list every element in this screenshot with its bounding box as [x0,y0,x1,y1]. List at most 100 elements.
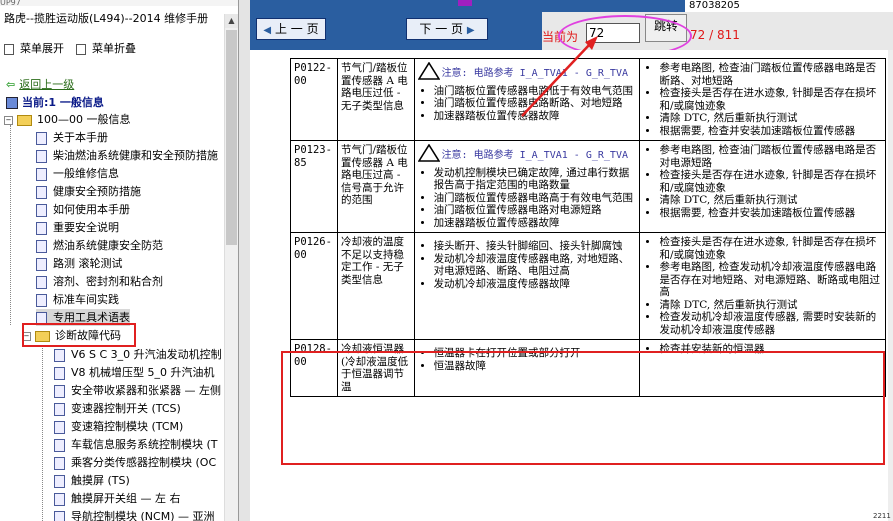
expand-all-button[interactable]: 菜单展开 [4,40,64,56]
tree-item[interactable]: V8 机械增压型 5_0 升汽油机 [54,364,215,381]
page-icon [54,402,65,416]
page-icon [36,239,47,253]
page-icon [36,293,47,307]
warning-triangle-icon [417,144,440,162]
scroll-up-icon[interactable]: ▲ [225,14,238,28]
cause-item: 油门踏板位置传感器电路断路、对地短路 [434,97,637,110]
page-icon [36,257,47,271]
scrollbar-thumb[interactable] [226,30,237,245]
purple-marker [458,0,472,6]
tree-item-label: 变速器控制开关 (TCS) [71,402,181,415]
page-icon [54,456,65,470]
tree-item[interactable]: 健康安全预防措施 [36,183,141,200]
document-view: P0122-00 节气门/踏板位置传感器 A 电路电压过低 - 无子类型信息 注意:… [250,50,893,521]
action-item: 检查接头是否存在进水迹象, 针脚是否存在损坏和/或腐蚀迹象 [659,87,882,112]
action-item: 参考电路图, 检查发动机冷却液温度传感器电路是否存在对地短路、对电源短路、断路或… [659,261,882,299]
current-node: 当前:1 一般信息 [6,94,104,110]
action-item: 参考电路图, 检查油门踏板位置传感器电路是否对电源短路 [659,144,882,169]
tree-item[interactable]: 车载信息服务系统控制模块 (T [54,436,218,453]
next-page-button[interactable]: 下 一 页 ▶ [406,18,488,40]
back-link[interactable]: ⇦ 返回上一级 [6,76,74,92]
tree-item[interactable]: 如何使用本手册 [36,201,130,218]
collapse-all-button[interactable]: 菜单折叠 [76,40,136,56]
tree-item-label: 乘客分类传感器控制模块 (OC [71,456,217,469]
dtc-row: P0123-85 节气门/踏板位置传感器 A 电路电压过高 - 信号高于允许的范围… [290,140,886,233]
dtc-code: P0123-85 [290,140,338,233]
dtc-description-text: 节气门/踏板位置传感器 A 电路电压过低 - 无子类型信息 [340,62,408,112]
page-count: 72 / 811 [690,28,740,42]
tree-item[interactable]: 路测 滚轮测试 [36,255,123,272]
page-icon [36,149,47,163]
tree-item-label: 柴油燃油系统健康和安全预防措施 [53,149,218,162]
cause-item: 油门踏板位置传感器电路高于有效电气范围 [434,192,637,205]
tree-item[interactable]: 标准车间实践 [36,291,119,308]
action-item: 清除 DTC, 然后重新执行测试 [659,112,882,125]
dtc-table: P0122-00 节气门/踏板位置传感器 A 电路电压过低 - 无子类型信息 注意:… [290,58,886,397]
tree-line [10,125,11,325]
tree-item-label: 健康安全预防措施 [53,185,141,198]
tree-root[interactable]: − 100—00 一般信息 [4,111,131,128]
tree-item[interactable]: 柴油燃油系统健康和安全预防措施 [36,147,218,164]
dtc-causes: 注意: 电路参考 I_A_TVA1 - G_R_TVA 油门踏板位置传感器电路低于… [413,58,641,141]
tree-item-label: 路测 滚轮测试 [53,257,123,270]
tree-item[interactable]: 乘客分类传感器控制模块 (OC [54,454,216,471]
right-triangle-icon: ▶ [466,25,475,36]
tree-item-label: V6 S C 3_0 升汽油发动机控制 [71,348,222,361]
page-icon [54,420,65,434]
cause-item: 加速器踏板位置传感器故障 [434,110,637,123]
tree-item[interactable]: 一般维修信息 [36,165,119,182]
dtc-description-text: 节气门/踏板位置传感器 A 电路电压过高 - 信号高于允许的范围 [340,144,408,206]
tree-item[interactable]: V6 S C 3_0 升汽油发动机控制 [54,346,222,363]
tree-item-label: 变速箱控制模块 (TCM) [71,420,184,433]
dtc-description-text: 冷却液的温度不足以支持稳定工作 - 无子类型信息 [340,236,404,286]
document: P0122-00 节气门/踏板位置传感器 A 电路电压过低 - 无子类型信息 注意:… [290,58,893,397]
cause-item: 发动机冷却液温度传感器电路, 对地短路、对电源短路、断路、电阻过高 [434,253,637,278]
folder-highlight-box [22,323,136,347]
dtc-code: P0126-00 [290,232,338,340]
tree-item-label: 安全带收紧器和张紧器 — 左侧 [71,384,221,397]
prev-page-button[interactable]: ◀ 上 一 页 [256,18,326,40]
dtc-description: 节气门/踏板位置传感器 A 电路电压过低 - 无子类型信息 [336,58,415,141]
warning-triangle-icon [417,62,440,80]
page-icon [54,384,65,398]
action-item: 根据需要, 检查并安装加速踏板位置传感器 [659,207,882,220]
prev-page-label: 上 一 页 [274,22,319,36]
tree-item[interactable]: 安全带收紧器和张紧器 — 左侧 [54,382,221,399]
tree-item[interactable]: 触摸屏开关组 — 左 右 [54,490,181,507]
dtc-code-text: P0126-00 [294,236,332,261]
tree-item[interactable]: 变速箱控制模块 (TCM) [54,418,183,435]
tree-item[interactable]: 导航控制模块 (NCM) — 亚洲 [54,508,214,521]
tree-item[interactable]: 变速器控制开关 (TCS) [54,400,181,417]
collapse-toggle-icon[interactable]: − [4,115,13,125]
back-link-label[interactable]: 返回上一级 [19,78,74,91]
collapse-icon [76,43,86,55]
tree-item[interactable]: 燃油系统健康安全防范 [36,237,163,254]
tree-scrollbar[interactable]: ▲ [224,14,238,521]
current-node-label: 当前:1 一般信息 [22,96,104,109]
dtc-row: P0126-00 冷却液的温度不足以支持稳定工作 - 无子类型信息 接头断开、接头针… [290,232,886,340]
dtc-actions: 参考电路图, 检查油门踏板位置传感器电路是否对电源短路检查接头是否存在进水迹象,… [639,140,886,233]
dtc-causes: 注意: 电路参考 I_A_TVA1 - G_R_TVA 发动机控制模块已确定故障,… [413,140,641,233]
corner-text: 87038205 [685,0,893,12]
tree-item-label: 触摸屏开关组 — 左 右 [71,492,181,505]
tree-item[interactable]: 关于本手册 [36,129,108,146]
tree-item[interactable]: 重要安全说明 [36,219,119,236]
computer-icon [6,97,18,109]
tree-item-label: 关于本手册 [53,131,108,144]
action-item: 检查发动机冷却液温度传感器, 需要时安装新的发动机冷却液温度传感器 [659,311,882,336]
tree-item[interactable]: 触摸屏 (TS) [54,472,130,489]
action-item: 检查接头是否存在进水迹象, 针脚是否存在损坏和/或腐蚀迹象 [659,236,882,261]
dtc-actions: 参考电路图, 检查油门踏板位置传感器电路是否断路、对地短路检查接头是否存在进水迹… [639,58,886,141]
cause-item: 油门踏板位置传感器电路低于有效电气范围 [434,85,637,98]
navigation-pane: UP97 路虎--揽胜运动版(L494)--2014 维修手册 菜单展开 菜单折… [0,0,238,521]
dtc-row: P0122-00 节气门/踏板位置传感器 A 电路电压过低 - 无子类型信息 注意:… [290,58,886,141]
expand-all-label: 菜单展开 [20,42,64,55]
action-list: 参考电路图, 检查油门踏板位置传感器电路是否断路、对地短路检查接头是否存在进水迹… [643,62,882,137]
tree-item[interactable]: 溶剂、密封剂和粘合剂 [36,273,163,290]
cause-item: 接头断开、接头针脚缩回、接头针脚腐蚀 [434,240,637,253]
manual-title: 路虎--揽胜运动版(L494)--2014 维修手册 [4,12,209,25]
tree-item-label: 溶剂、密封剂和粘合剂 [53,275,163,288]
action-list: 检查接头是否存在进水迹象, 针脚是否存在损坏和/或腐蚀迹象参考电路图, 检查发动… [643,236,882,336]
note-block: 注意: 电路参考 I_A_TVA1 - G_R_TVA [417,144,637,163]
document-scrollbar[interactable] [888,50,893,521]
